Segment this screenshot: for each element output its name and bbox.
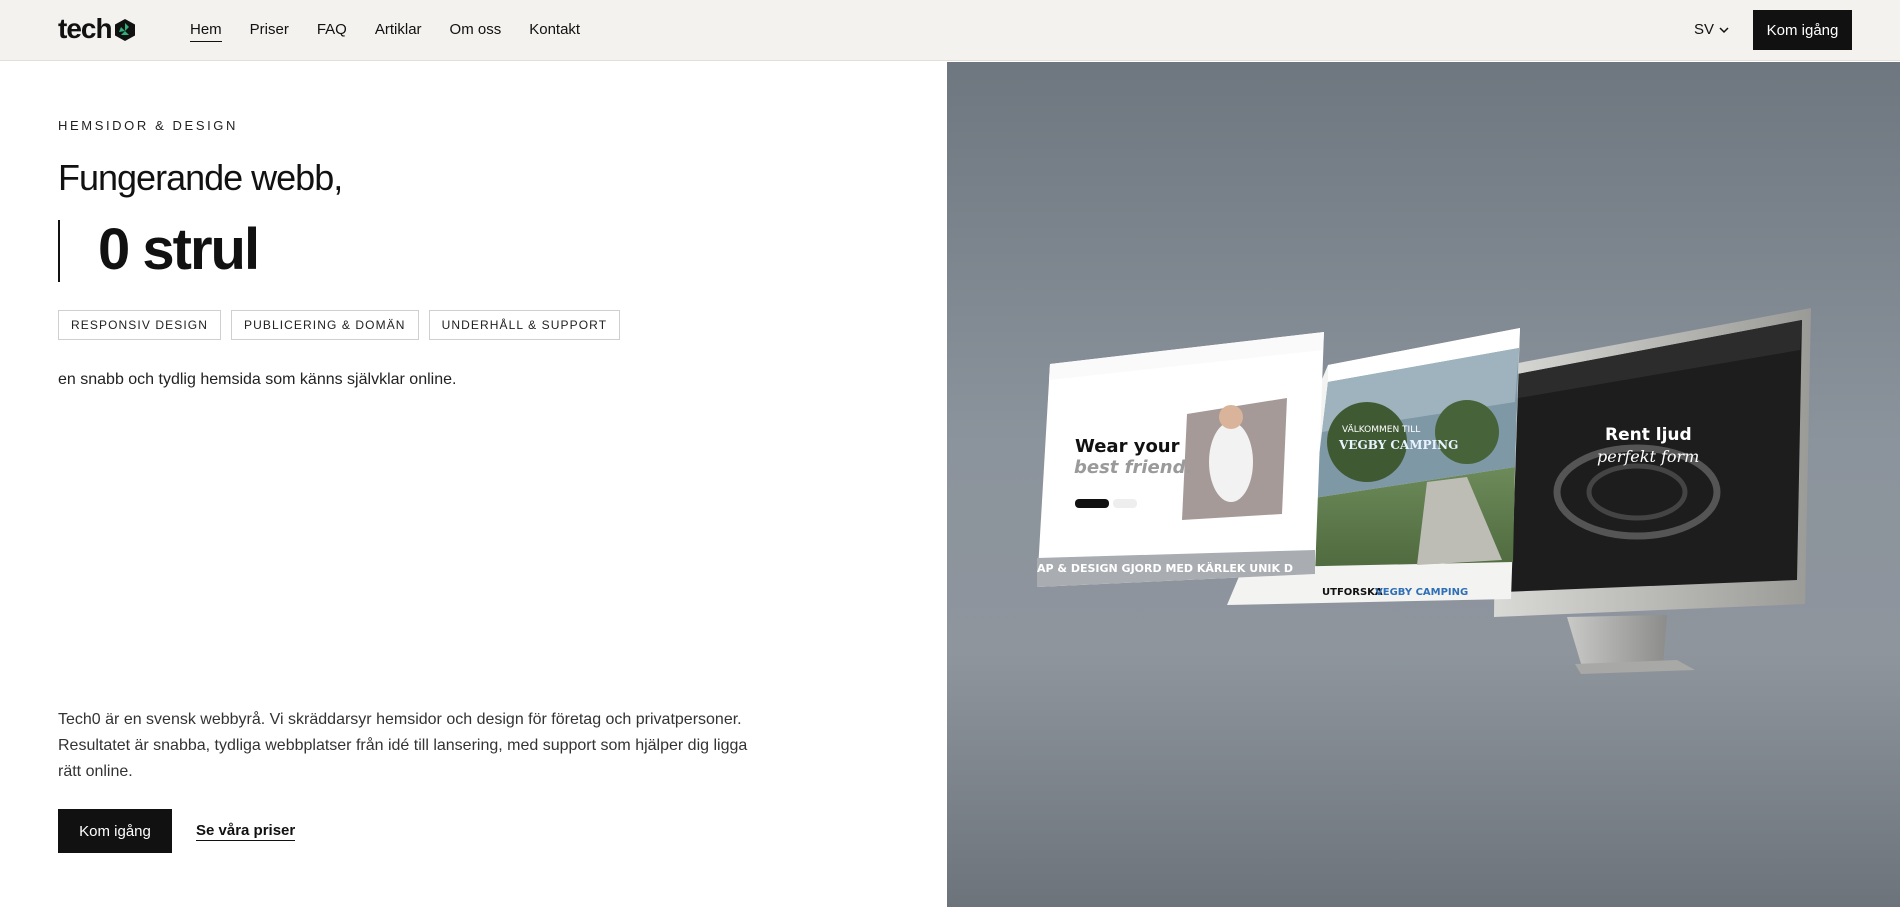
nav-item-artiklar[interactable]: Artiklar	[375, 21, 422, 42]
tag-responsiv-design: RESPONSIV DESIGN	[58, 310, 221, 340]
tag-publicering-doman: PUBLICERING & DOMÄN	[230, 310, 419, 340]
hero-headline: Fungerande webb,	[58, 157, 343, 198]
fashion-headline-b: best friend.	[1074, 457, 1192, 478]
hero-eyebrow: HEMSIDOR & DESIGN	[58, 118, 238, 133]
nav-item-faq[interactable]: FAQ	[317, 21, 347, 42]
text-cursor-bar	[58, 220, 60, 282]
service-tags: RESPONSIV DESIGN PUBLICERING & DOMÄN UND…	[58, 310, 621, 340]
language-label: SV	[1694, 21, 1715, 38]
header-cta-button[interactable]: Kom igång	[1753, 10, 1852, 50]
see-prices-link[interactable]: Se våra priser	[196, 822, 296, 841]
about-text: Tech0 är en svensk webbyrå. Vi skräddars…	[58, 711, 748, 780]
camping-title-a: VÄLKOMMEN TILL	[1342, 424, 1420, 435]
fashion-marquee: AP & DESIGN GJORD MED KÄRLEK UNIK D	[1037, 561, 1293, 575]
camping-footer-a: UTFORSKA	[1322, 587, 1383, 598]
camping-footer-b: VEGBY CAMPING	[1375, 587, 1468, 598]
nav-item-priser[interactable]: Priser	[250, 21, 289, 42]
site-header: tech Hem Priser FAQ Artiklar Om oss Kont…	[0, 0, 1900, 61]
fashion-headline-a: Wear your	[1075, 436, 1180, 457]
chevron-down-icon	[1719, 26, 1729, 33]
nav-item-hem[interactable]: Hem	[190, 21, 222, 42]
hero-lead-text: en snabb och tydlig hemsida som känns sj…	[58, 371, 457, 388]
device-mockups-illustration: Rent ljud perfekt form VÄLKOMMEN TILL VE…	[1037, 308, 1811, 674]
logo-text: tech	[58, 13, 113, 44]
camping-title-b: VEGBY CAMPING	[1338, 438, 1458, 452]
monitor-headline-b: perfekt form	[1597, 447, 1699, 466]
tag-underhall-support: UNDERHÅLL & SUPPORT	[428, 310, 621, 340]
monitor-mockup: Rent ljud perfekt form	[1494, 308, 1811, 674]
main-nav: Hem Priser FAQ Artiklar Om oss Kontakt	[190, 21, 580, 42]
logo[interactable]: tech	[58, 14, 137, 44]
logo-mark-icon	[114, 19, 135, 41]
monitor-headline-a: Rent ljud	[1605, 425, 1692, 445]
hero-image-panel: Rent ljud perfekt form VÄLKOMMEN TILL VE…	[947, 62, 1900, 907]
language-selector[interactable]: SV	[1694, 21, 1730, 38]
get-started-button[interactable]: Kom igång	[58, 809, 172, 853]
fashion-site-mockup: Wear your best friend. AP & DESIGN GJORD…	[1037, 332, 1324, 587]
hero-headline-emphasis: 0 strul	[98, 217, 260, 282]
nav-item-om-oss[interactable]: Om oss	[450, 21, 502, 42]
nav-item-kontakt[interactable]: Kontakt	[529, 21, 580, 42]
